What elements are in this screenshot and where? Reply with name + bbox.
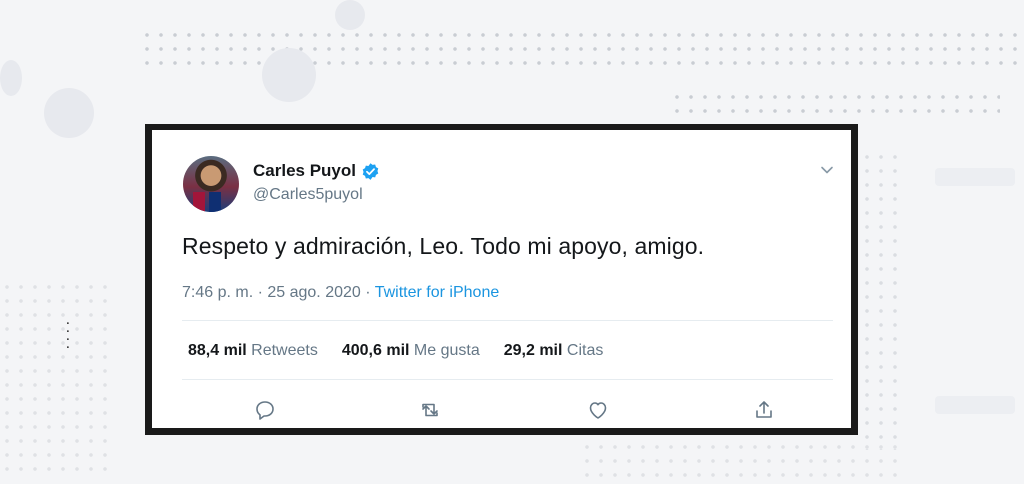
side-marker: ∙ ∙ ∙ ∙ xyxy=(66,320,70,351)
like-button[interactable] xyxy=(586,398,610,422)
tweet-screenshot-frame: Carles Puyol @Carles5puyol Respeto y adm… xyxy=(145,124,858,435)
dot-pattern-bottom xyxy=(580,440,900,480)
author-name[interactable]: Carles Puyol xyxy=(253,161,356,181)
background-bubble xyxy=(335,0,365,30)
dot-pattern-right xyxy=(670,90,1000,120)
reply-icon xyxy=(256,401,274,420)
share-icon xyxy=(756,401,772,418)
stat-quotes[interactable]: 29,2 mil Citas xyxy=(504,342,604,360)
tweet-card: Carles Puyol @Carles5puyol Respeto y adm… xyxy=(152,130,851,428)
retweet-icon xyxy=(422,403,438,417)
heart-icon xyxy=(589,402,607,419)
stat-value: 29,2 mil xyxy=(503,342,563,359)
author-handle[interactable]: @Carles5puyol xyxy=(253,186,363,204)
tweet-stats: 88,4 mil Retweets 400,6 mil Me gusta 29,… xyxy=(188,342,603,360)
background-bubble xyxy=(44,88,94,138)
share-button[interactable] xyxy=(752,398,776,422)
stat-value: 88,4 mil xyxy=(188,342,247,359)
stat-likes[interactable]: 400,6 mil Me gusta xyxy=(342,342,480,360)
tweet-timestamp[interactable]: 7:46 p. m. · 25 ago. 2020 xyxy=(182,284,361,301)
tweet-meta: 7:46 p. m. · 25 ago. 2020 · Twitter for … xyxy=(182,284,499,302)
meta-separator: · xyxy=(360,284,375,301)
author-row: Carles Puyol xyxy=(253,161,380,181)
reply-button[interactable] xyxy=(253,398,277,422)
stat-value: 400,6 mil xyxy=(341,342,410,359)
dot-pattern-side xyxy=(860,150,900,450)
background-bubble xyxy=(0,60,22,96)
stat-label: Retweets xyxy=(251,342,318,359)
background-bar xyxy=(935,168,1015,186)
dot-pattern-left xyxy=(0,280,110,480)
retweet-button[interactable] xyxy=(418,398,442,422)
background-bubble xyxy=(262,48,316,102)
divider xyxy=(182,320,833,321)
divider xyxy=(182,379,833,380)
tweet-source-link[interactable]: Twitter for iPhone xyxy=(375,284,500,301)
stat-retweets[interactable]: 88,4 mil Retweets xyxy=(188,342,318,360)
tweet-text: Respeto y admiración, Leo. Todo mi apoyo… xyxy=(182,233,705,259)
tweet-actions xyxy=(152,398,851,422)
background-bar xyxy=(935,396,1015,414)
stat-label: Citas xyxy=(566,342,604,359)
avatar[interactable] xyxy=(183,156,239,212)
stat-label: Me gusta xyxy=(413,342,480,359)
verified-badge-icon xyxy=(362,162,379,180)
chevron-down-icon[interactable] xyxy=(819,162,835,178)
